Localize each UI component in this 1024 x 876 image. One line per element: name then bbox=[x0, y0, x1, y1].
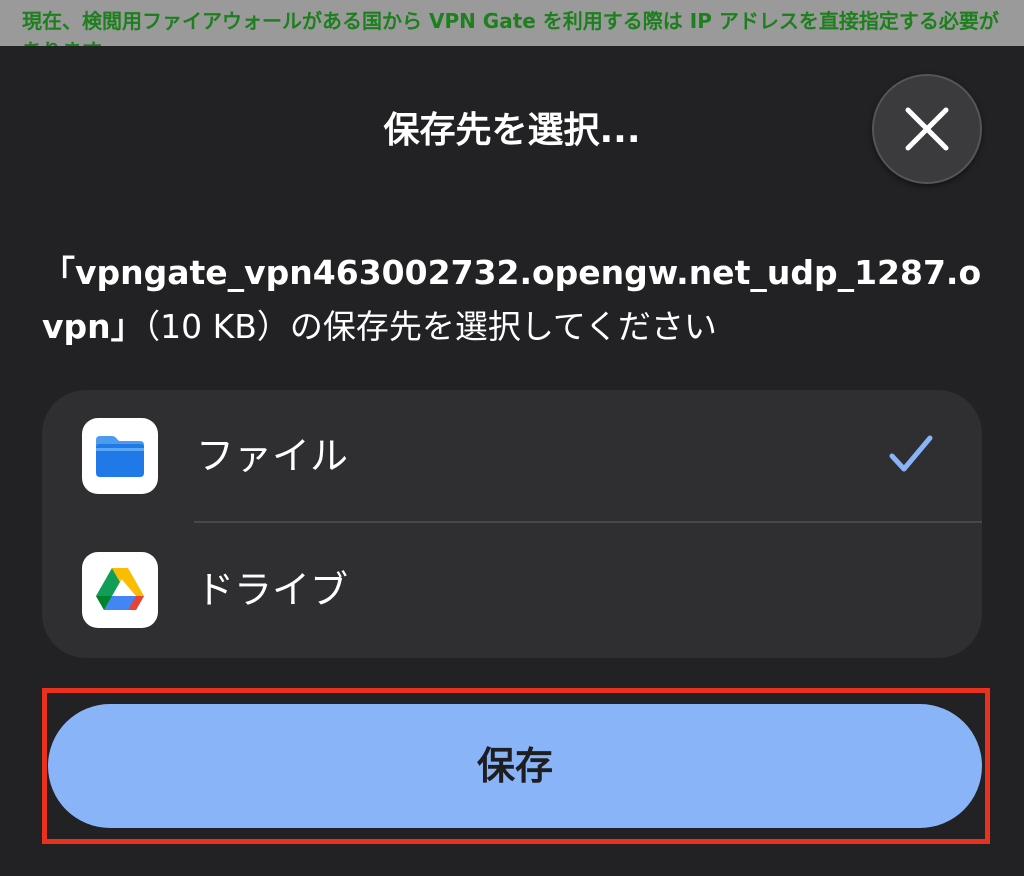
save-button[interactable]: 保存 bbox=[48, 704, 982, 828]
option-drive[interactable]: ドライブ bbox=[42, 524, 982, 658]
option-files[interactable]: ファイル bbox=[42, 390, 982, 524]
close-button[interactable] bbox=[872, 74, 982, 184]
option-drive-label: ドライブ bbox=[196, 568, 349, 612]
sheet-title: 保存先を選択... bbox=[383, 110, 641, 151]
file-name-line2: vpn」 bbox=[42, 307, 144, 346]
files-app-icon bbox=[82, 418, 158, 494]
option-files-label: ファイル bbox=[196, 434, 349, 478]
save-destination-sheet: 保存先を選択... 「vpngate_vpn463002732.opengw.n… bbox=[0, 46, 1024, 876]
close-icon bbox=[905, 107, 949, 151]
save-description: 「vpngate_vpn463002732.opengw.net_udp_128… bbox=[42, 246, 982, 354]
info-banner: 現在、検閲用ファイアウォールがある国から VPN Gate を利用する際は IP… bbox=[0, 0, 1024, 46]
banner-text: 現在、検閲用ファイアウォールがある国から VPN Gate を利用する際は IP… bbox=[22, 9, 999, 33]
file-name-line1: 「vpngate_vpn463002732.opengw.net_udp_128… bbox=[42, 253, 982, 292]
option-divider bbox=[194, 521, 982, 523]
destination-options-list: ファイル ドライブ bbox=[42, 390, 982, 658]
banner-text-continued: あります bbox=[22, 36, 102, 46]
checkmark-icon bbox=[889, 435, 933, 472]
google-drive-icon bbox=[82, 552, 158, 628]
description-text: （10 KB）の保存先を選択してください bbox=[143, 307, 717, 346]
